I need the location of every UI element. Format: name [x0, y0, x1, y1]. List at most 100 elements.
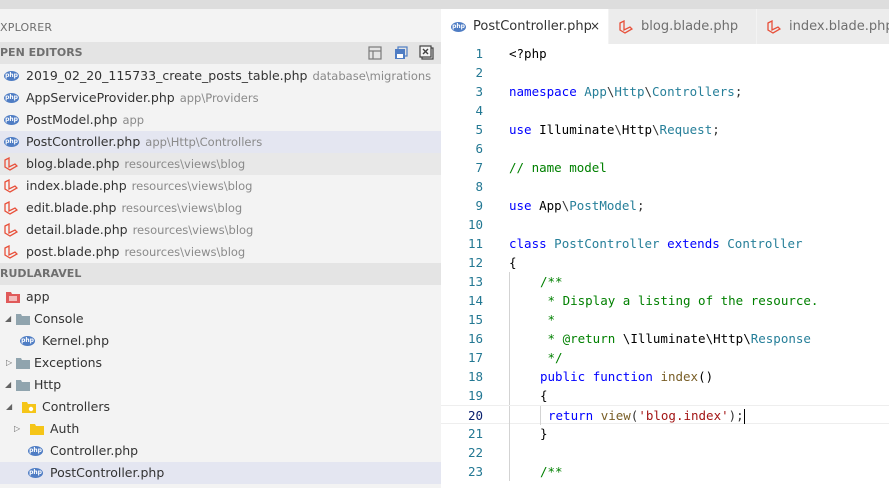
open-editor-item[interactable]: detail.blade.php resources\views\blog: [0, 219, 441, 241]
open-editor-item[interactable]: php AppServiceProvider.php app\Providers: [0, 87, 441, 109]
tree-folder-controllers[interactable]: ◢ Controllers: [0, 396, 441, 418]
php-icon: php: [4, 93, 19, 103]
tree-file-kernel[interactable]: php Kernel.php: [0, 330, 441, 352]
tree-item-label: Controller.php: [50, 443, 139, 458]
line-number: 2: [475, 65, 483, 80]
code-line: 11 class PostController extends Controlle…: [441, 234, 889, 253]
open-editor-path: resources\views\blog: [121, 201, 243, 215]
code-line-current: 20 return view('blog.index');: [441, 405, 889, 425]
tree-item-label: Auth: [50, 421, 80, 436]
new-untitled-file-icon[interactable]: [367, 45, 383, 61]
open-editor-item[interactable]: index.blade.php resources\views\blog: [0, 175, 441, 197]
code-line: 13/**: [441, 272, 889, 291]
open-editor-item-active[interactable]: php PostController.php app\Http\Controlle…: [0, 131, 441, 153]
open-editor-item[interactable]: edit.blade.php resources\views\blog: [0, 197, 441, 219]
blade-icon: [767, 19, 781, 34]
line-number: 12: [467, 255, 483, 270]
line-number: 16: [467, 331, 483, 346]
blade-icon: [619, 19, 633, 34]
line-number: 1: [475, 46, 483, 61]
open-editor-item[interactable]: php 2019_02_20_115733_create_posts_table…: [0, 65, 441, 87]
line-number: 14: [467, 293, 483, 308]
php-icon: php: [4, 137, 19, 147]
line-number: 17: [467, 350, 483, 365]
tab-index-blade[interactable]: index.blade.php: [757, 9, 889, 44]
php-icon: php: [4, 115, 19, 125]
tab-blog-blade[interactable]: blog.blade.php: [609, 9, 757, 44]
open-editor-name: post.blade.php: [26, 244, 120, 259]
open-editors-label: PEN EDITORS: [0, 46, 83, 59]
save-all-icon[interactable]: [393, 45, 409, 61]
tab-label: PostController.php: [473, 19, 592, 34]
folder-icon: [16, 314, 30, 325]
close-all-editors-icon[interactable]: [419, 45, 435, 61]
code-line: 23/**: [441, 462, 889, 481]
open-editor-path: database\migrations: [312, 69, 432, 83]
open-editor-item[interactable]: php PostModel.php app: [0, 109, 441, 131]
open-editor-path: resources\views\blog: [124, 157, 246, 171]
code-line: 17 */: [441, 348, 889, 367]
open-editor-path: app: [122, 113, 145, 127]
open-editor-path: resources\views\blog: [132, 223, 254, 237]
open-editor-name: 2019_02_20_115733_create_posts_table.php: [26, 68, 308, 83]
blade-icon: [4, 157, 18, 171]
blade-icon: [4, 245, 18, 259]
code-line: 16 * @return \Illuminate\Http\Response: [441, 329, 889, 348]
code-line: 1 <?php: [441, 44, 889, 63]
tree-file-controller[interactable]: php Controller.php: [0, 440, 441, 462]
tree-item-label: PostController.php: [50, 465, 165, 480]
tab-label: index.blade.php: [789, 19, 889, 34]
open-editor-path: app\Http\Controllers: [145, 135, 263, 149]
code-line: 14 * Display a listing of the resource.: [441, 291, 889, 310]
close-icon[interactable]: ×: [590, 9, 600, 44]
line-number: 15: [467, 312, 483, 327]
chevron-down-icon[interactable]: ◢: [6, 396, 12, 418]
folder-icon: [16, 358, 30, 369]
open-editor-path: resources\views\blog: [131, 179, 253, 193]
open-editors-header[interactable]: PEN EDITORS: [0, 42, 441, 64]
explorer-sidebar: XPLORER PEN EDITORS php 2019_02_20_11573…: [0, 9, 441, 488]
tab-label: blog.blade.php: [641, 19, 739, 34]
code-line: 3 namespace App\Http\Controllers;: [441, 82, 889, 101]
line-number: 5: [475, 122, 483, 137]
line-number: 18: [467, 369, 483, 384]
chevron-right-icon[interactable]: ▷: [6, 352, 12, 374]
code-line: 15 *: [441, 310, 889, 329]
code-line: 10: [441, 215, 889, 234]
line-number: 20: [467, 408, 483, 423]
open-editor-name: PostModel.php: [26, 112, 118, 127]
open-editor-item[interactable]: blog.blade.php resources\views\blog: [0, 153, 441, 175]
open-editor-name: detail.blade.php: [26, 222, 128, 237]
tree-folder-auth[interactable]: ▷ Auth: [0, 418, 441, 440]
tree-folder-exceptions[interactable]: ▷ Exceptions: [0, 352, 441, 374]
code-line: 8: [441, 177, 889, 196]
line-number: 8: [475, 179, 483, 194]
blade-icon: [4, 179, 18, 193]
line-number: 6: [475, 141, 483, 156]
tree-folder-app[interactable]: app: [0, 286, 441, 308]
line-number: 21: [467, 426, 483, 441]
tree-folder-console[interactable]: ◢ Console: [0, 308, 441, 330]
tree-item-label: Exceptions: [34, 355, 103, 370]
chevron-right-icon[interactable]: ▷: [14, 418, 20, 440]
folder-controllers-icon: [22, 402, 36, 413]
line-number: 7: [475, 160, 483, 175]
tree-folder-http[interactable]: ◢ Http: [0, 374, 441, 396]
open-editor-name: index.blade.php: [26, 178, 127, 193]
code-line: 21}: [441, 424, 889, 443]
chevron-down-icon[interactable]: ◢: [5, 308, 11, 330]
php-icon: php: [28, 468, 43, 478]
code-line: 12{: [441, 253, 889, 272]
code-line: 4: [441, 101, 889, 120]
line-number: 3: [475, 84, 483, 99]
tree-file-postcontroller[interactable]: php PostController.php: [0, 462, 441, 484]
line-number: 10: [467, 217, 483, 232]
editor-area: php PostController.php × blog.blade.php …: [441, 9, 889, 488]
tree-item-label: Console: [34, 311, 84, 326]
php-icon: php: [20, 336, 35, 346]
tab-postcontroller[interactable]: php PostController.php ×: [441, 9, 609, 44]
code-line: 19{: [441, 386, 889, 405]
open-editor-item[interactable]: post.blade.php resources\views\blog: [0, 241, 441, 263]
chevron-down-icon[interactable]: ◢: [5, 374, 11, 396]
project-header[interactable]: RUDLARAVEL: [0, 263, 441, 285]
